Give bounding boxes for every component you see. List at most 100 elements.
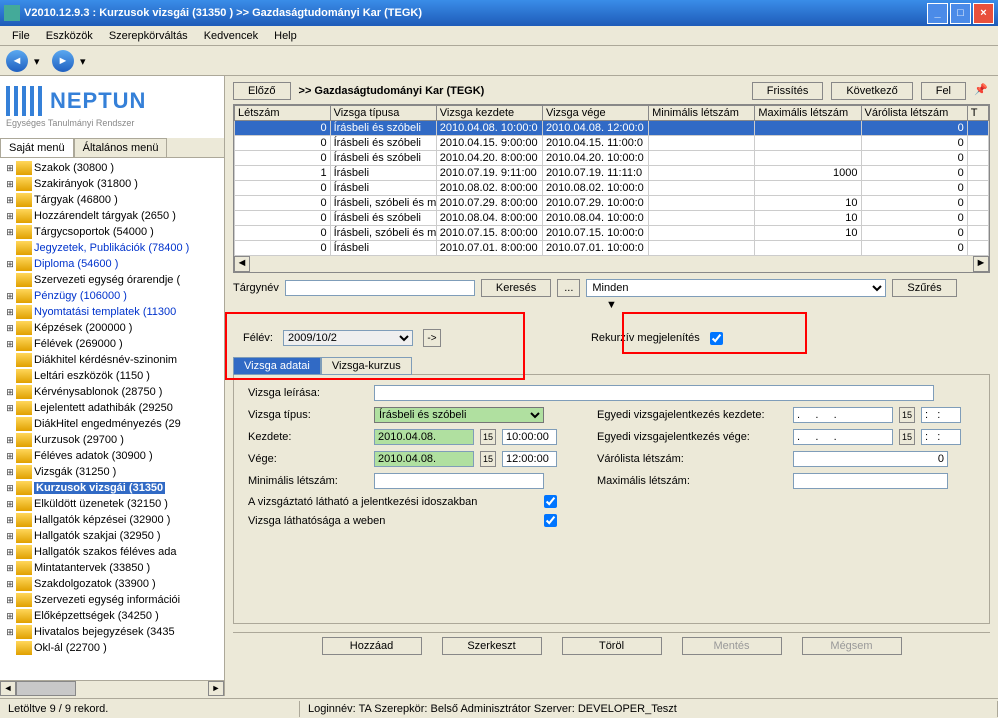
tree-item[interactable]: ⊞Hallgatók szakos féléves ada	[2, 544, 222, 560]
tree-item[interactable]: ⊞Diploma (54600 )	[2, 256, 222, 272]
grid-header[interactable]: Vizsga vége	[542, 106, 648, 121]
refresh-button[interactable]: Frissítés	[752, 82, 824, 100]
table-row[interactable]: 0Írásbeli és szóbeli2010.04.15. 9:00:002…	[235, 136, 989, 151]
nav-back-dropdown[interactable]: ▾	[34, 55, 46, 67]
tab-general-menu[interactable]: Általános menü	[74, 138, 168, 157]
next-button[interactable]: Következő	[831, 82, 912, 100]
cancel-button[interactable]: Mégsem	[802, 637, 902, 655]
minimize-button[interactable]: _	[927, 3, 948, 24]
start-time-input[interactable]	[502, 429, 557, 445]
grid-header[interactable]: Vizsga kezdete	[436, 106, 542, 121]
tab-exam-course[interactable]: Vizsga-kurzus	[321, 357, 412, 375]
up-button[interactable]: Fel	[921, 82, 966, 100]
menu-tools[interactable]: Eszközök	[38, 28, 101, 44]
tree-item[interactable]: ⊞Szervezeti egység információi	[2, 592, 222, 608]
tree-item[interactable]: ⊞Nyomtatási templatek (11300	[2, 304, 222, 320]
edit-button[interactable]: Szerkeszt	[442, 637, 542, 655]
tree-item[interactable]: Leltári eszközök (1150 )	[2, 368, 222, 384]
menu-file[interactable]: File	[4, 28, 38, 44]
grid-scroll-left[interactable]: ◄	[234, 256, 250, 272]
tree-item[interactable]: ⊞Előképzettségek (34250 )	[2, 608, 222, 624]
tree-item[interactable]: ⊞Pénzügy (106000 )	[2, 288, 222, 304]
tree-item[interactable]: ⊞Tárgycsoportok (54000 )	[2, 224, 222, 240]
tree-item[interactable]: ⊞Szakdolgozatok (33900 )	[2, 576, 222, 592]
visible-checkbox[interactable]	[544, 495, 557, 508]
tree-h-scrollbar[interactable]: ◄ ►	[0, 680, 224, 696]
tree-item[interactable]: ⊞Hivatalos bejegyzések (3435	[2, 624, 222, 640]
tree-item[interactable]: ⊞Kérvénysablonok (28750 )	[2, 384, 222, 400]
indiv-end-date[interactable]	[793, 429, 893, 445]
tab-exam-data[interactable]: Vizsga adatai	[233, 357, 321, 375]
table-row[interactable]: 0Írásbeli és szóbeli2010.08.04. 8:00:002…	[235, 211, 989, 226]
grid-header[interactable]: Várólista létszám	[861, 106, 967, 121]
nav-tree[interactable]: ⊞Szakok (30800 )⊞Szakirányok (31800 )⊞Tá…	[0, 158, 224, 680]
tab-own-menu[interactable]: Saját menü	[0, 138, 74, 157]
tree-item[interactable]: Okl-ál (22700 )	[2, 640, 222, 656]
table-row[interactable]: 0Írásbeli és szóbeli2010.04.20. 8:00:002…	[235, 151, 989, 166]
nav-forward-button[interactable]: ►	[52, 50, 74, 72]
table-row[interactable]: 0Írásbeli, szóbeli és m2010.07.29. 8:00:…	[235, 196, 989, 211]
calendar-icon[interactable]: 15	[480, 429, 496, 445]
tree-item[interactable]: ⊞Szakirányok (31800 )	[2, 176, 222, 192]
grid-header[interactable]: Létszám	[235, 106, 331, 121]
table-row[interactable]: 1Írásbeli2010.07.19. 9:11:002010.07.19. …	[235, 166, 989, 181]
filter-button[interactable]: Szűrés	[892, 279, 956, 297]
web-checkbox[interactable]	[544, 514, 557, 527]
tree-item[interactable]: Szervezeti egység órarendje (	[2, 272, 222, 288]
calendar-icon[interactable]: 15	[899, 429, 915, 445]
tree-item[interactable]: ⊞Elküldött üzenetek (32150 )	[2, 496, 222, 512]
type-select[interactable]: Írásbeli és szóbeli	[374, 407, 544, 423]
end-date-input[interactable]	[374, 451, 474, 467]
tree-item[interactable]: ⊞Hozzárendelt tárgyak (2650 )	[2, 208, 222, 224]
scroll-thumb[interactable]	[16, 681, 76, 696]
tree-item[interactable]: ⊞Tárgyak (46800 )	[2, 192, 222, 208]
calendar-icon[interactable]: 15	[899, 407, 915, 423]
menu-favorites[interactable]: Kedvencek	[196, 28, 266, 44]
maximize-button[interactable]: □	[950, 3, 971, 24]
search-button[interactable]: Keresés	[481, 279, 551, 297]
indiv-start-date[interactable]	[793, 407, 893, 423]
scroll-right-arrow[interactable]: ►	[208, 681, 224, 696]
filter-select[interactable]: Minden	[586, 279, 886, 297]
save-button[interactable]: Mentés	[682, 637, 782, 655]
max-input[interactable]	[793, 473, 948, 489]
table-row[interactable]: 0Írásbeli2010.07.01. 8:00:002010.07.01. …	[235, 241, 989, 256]
close-button[interactable]: ×	[973, 3, 994, 24]
search-input[interactable]	[285, 280, 475, 296]
tree-item[interactable]: ⊞Hallgatók képzései (32900 )	[2, 512, 222, 528]
collapse-icon[interactable]: ▼	[606, 299, 617, 311]
tree-item[interactable]: DiákHitel engedményezés (29	[2, 416, 222, 432]
grid-header[interactable]: Maximális létszám	[755, 106, 861, 121]
nav-back-button[interactable]: ◄	[6, 50, 28, 72]
tree-item[interactable]: ⊞Lejelentett adathibák (29250	[2, 400, 222, 416]
tree-item[interactable]: Jegyzetek, Publikációk (78400 )	[2, 240, 222, 256]
grid-h-scrollbar[interactable]: ◄ ►	[234, 256, 989, 272]
exam-grid[interactable]: LétszámVizsga típusaVizsga kezdeteVizsga…	[233, 104, 990, 273]
table-row[interactable]: 0Írásbeli2010.08.02. 8:00:002010.08.02. …	[235, 181, 989, 196]
prev-button[interactable]: Előző	[233, 82, 291, 100]
tree-item[interactable]: ⊞Képzések (200000 )	[2, 320, 222, 336]
indiv-end-time[interactable]	[921, 429, 961, 445]
grid-header[interactable]: Minimális létszám	[649, 106, 755, 121]
add-button[interactable]: Hozzáad	[322, 637, 422, 655]
tree-item[interactable]: ⊞Mintatantervek (33850 )	[2, 560, 222, 576]
end-time-input[interactable]	[502, 451, 557, 467]
grid-header[interactable]: T	[967, 106, 988, 121]
min-input[interactable]	[374, 473, 544, 489]
tree-item[interactable]: ⊞Félévek (269000 )	[2, 336, 222, 352]
indiv-start-time[interactable]	[921, 407, 961, 423]
start-date-input[interactable]	[374, 429, 474, 445]
tree-item[interactable]: Diákhitel kérdésnév-szinonim	[2, 352, 222, 368]
pin-icon[interactable]: 📌	[974, 83, 990, 99]
table-row[interactable]: 0Írásbeli és szóbeli2010.04.08. 10:00:02…	[235, 121, 989, 136]
waitlist-input[interactable]	[793, 451, 948, 467]
delete-button[interactable]: Töröl	[562, 637, 662, 655]
desc-input[interactable]	[374, 385, 934, 401]
grid-header[interactable]: Vizsga típusa	[330, 106, 436, 121]
search-more-button[interactable]: ...	[557, 279, 580, 297]
recursive-checkbox[interactable]	[710, 332, 723, 345]
nav-forward-dropdown[interactable]: ▾	[80, 55, 92, 67]
tree-item[interactable]: ⊞Vizsgák (31250 )	[2, 464, 222, 480]
semester-select[interactable]: 2009/10/2	[283, 330, 413, 346]
tree-item[interactable]: ⊞Féléves adatok (30900 )	[2, 448, 222, 464]
